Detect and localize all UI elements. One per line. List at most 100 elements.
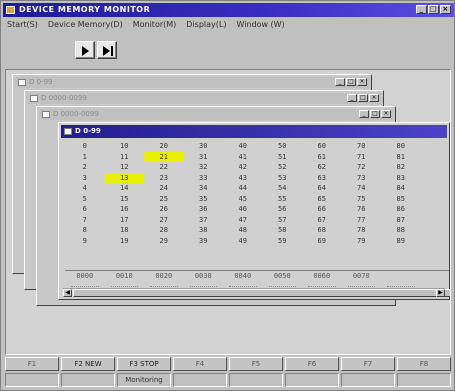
fkey-f2[interactable]: F2 NEW [61,357,115,371]
table-cell[interactable]: 36 [184,204,224,215]
fkey-f4[interactable]: F4 [173,357,227,371]
table-cell[interactable]: 14 [105,183,145,194]
close-button[interactable]: × [369,94,379,102]
table-cell[interactable]: 27 [144,215,184,226]
fkey-f3[interactable]: F3 STOP [117,357,171,371]
table-cell[interactable]: 74 [342,183,382,194]
table-cell[interactable]: 40 [223,141,263,152]
table-cell[interactable]: 45 [223,194,263,205]
table-cell[interactable]: 34 [184,183,224,194]
table-cell[interactable]: 46 [223,204,263,215]
menu-device-memory[interactable]: Device Memory(D) [48,18,123,31]
table-cell[interactable]: 81 [381,152,421,163]
table-cell[interactable]: 42 [223,162,263,173]
title-bar[interactable]: DEVICE MEMORY MONITOR _ □ × [3,3,454,17]
table-cell[interactable]: 77 [342,215,382,226]
table-cell[interactable]: 71 [342,152,382,163]
fkey-f1[interactable]: F1 [5,357,59,371]
table-cell[interactable]: 9 [65,236,105,247]
child-window-3-title[interactable]: D 0000-0099 _ □ × [39,109,393,120]
table-cell[interactable]: 47 [223,215,263,226]
table-cell[interactable]: 24 [144,183,184,194]
minimize-button[interactable]: _ [335,78,345,86]
table-cell[interactable]: 17 [105,215,145,226]
fkey-f7[interactable]: F7 [341,357,395,371]
table-cell[interactable]: 49 [223,236,263,247]
table-cell[interactable]: 44 [223,183,263,194]
maximize-button[interactable]: □ [358,94,368,102]
table-cell[interactable]: 79 [342,236,382,247]
table-cell[interactable]: 5 [65,194,105,205]
table-cell[interactable]: 1 [65,152,105,163]
table-cell[interactable]: 89 [381,236,421,247]
table-cell[interactable]: 37 [184,215,224,226]
menu-window[interactable]: Window (W) [236,18,284,31]
child-window-2-title[interactable]: D 0000-0099 _ □ × [27,93,381,104]
maximize-button[interactable]: □ [370,110,380,118]
table-cell[interactable]: 8 [65,225,105,236]
table-cell[interactable]: 31 [184,152,224,163]
table-cell[interactable]: 56 [263,204,303,215]
table-cell[interactable]: 83 [381,173,421,184]
table-cell[interactable]: 69 [302,236,342,247]
table-cell[interactable]: 75 [342,194,382,205]
table-cell[interactable]: 88 [381,225,421,236]
close-button[interactable]: × [357,78,367,86]
table-cell[interactable]: 20 [144,141,184,152]
maximize-button[interactable]: □ [346,78,356,86]
table-cell[interactable]: 63 [302,173,342,184]
table-cell[interactable]: 58 [263,225,303,236]
minimize-button[interactable]: _ [359,110,369,118]
table-cell[interactable]: 70 [342,141,382,152]
close-button[interactable]: × [381,110,391,118]
child-window-1-title[interactable]: D 0-99 _ □ × [15,77,369,88]
table-cell[interactable]: 25 [144,194,184,205]
table-cell[interactable]: 72 [342,162,382,173]
minimize-button[interactable]: _ [416,5,427,14]
table-cell[interactable]: 68 [302,225,342,236]
table-cell[interactable]: 50 [263,141,303,152]
table-cell[interactable]: 64 [302,183,342,194]
run-button[interactable] [75,41,95,59]
table-cell[interactable]: 22 [144,162,184,173]
table-cell[interactable]: 82 [381,162,421,173]
table-cell[interactable]: 60 [302,141,342,152]
fkey-f5[interactable]: F5 [229,357,283,371]
table-cell[interactable]: 84 [381,183,421,194]
menu-monitor[interactable]: Monitor(M) [133,18,177,31]
table-cell[interactable]: 0 [65,141,105,152]
table-cell[interactable]: 62 [302,162,342,173]
table-cell[interactable]: 59 [263,236,303,247]
table-cell[interactable]: 61 [302,152,342,163]
table-cell[interactable]: 76 [342,204,382,215]
table-cell[interactable]: 29 [144,236,184,247]
table-cell[interactable]: 39 [184,236,224,247]
horizontal-scrollbar[interactable]: ◀ ▶ [63,288,450,297]
table-cell[interactable]: 38 [184,225,224,236]
table-cell[interactable]: 21 [144,151,184,162]
table-cell[interactable]: 23 [144,173,184,184]
menu-display[interactable]: Display(L) [186,18,226,31]
table-cell[interactable]: 87 [381,215,421,226]
table-cell[interactable]: 65 [302,194,342,205]
table-cell[interactable]: 35 [184,194,224,205]
minimize-button[interactable]: _ [347,94,357,102]
table-cell[interactable]: 13 [104,172,144,183]
table-cell[interactable]: 15 [105,194,145,205]
table-cell[interactable]: 7 [65,215,105,226]
table-cell[interactable]: 3 [65,173,105,184]
maximize-button[interactable]: □ [428,5,439,14]
table-cell[interactable]: 57 [263,215,303,226]
table-cell[interactable]: 6 [65,204,105,215]
table-cell[interactable]: 26 [144,204,184,215]
table-cell[interactable]: 19 [105,236,145,247]
table-cell[interactable]: 11 [105,152,145,163]
table-cell[interactable]: 30 [184,141,224,152]
table-cell[interactable]: 73 [342,173,382,184]
fkey-f8[interactable]: F8 [397,357,451,371]
table-cell[interactable]: 4 [65,183,105,194]
table-cell[interactable]: 52 [263,162,303,173]
table-cell[interactable]: 51 [263,152,303,163]
active-child-title[interactable]: D 0-99 [61,125,447,138]
table-cell[interactable]: 32 [184,162,224,173]
